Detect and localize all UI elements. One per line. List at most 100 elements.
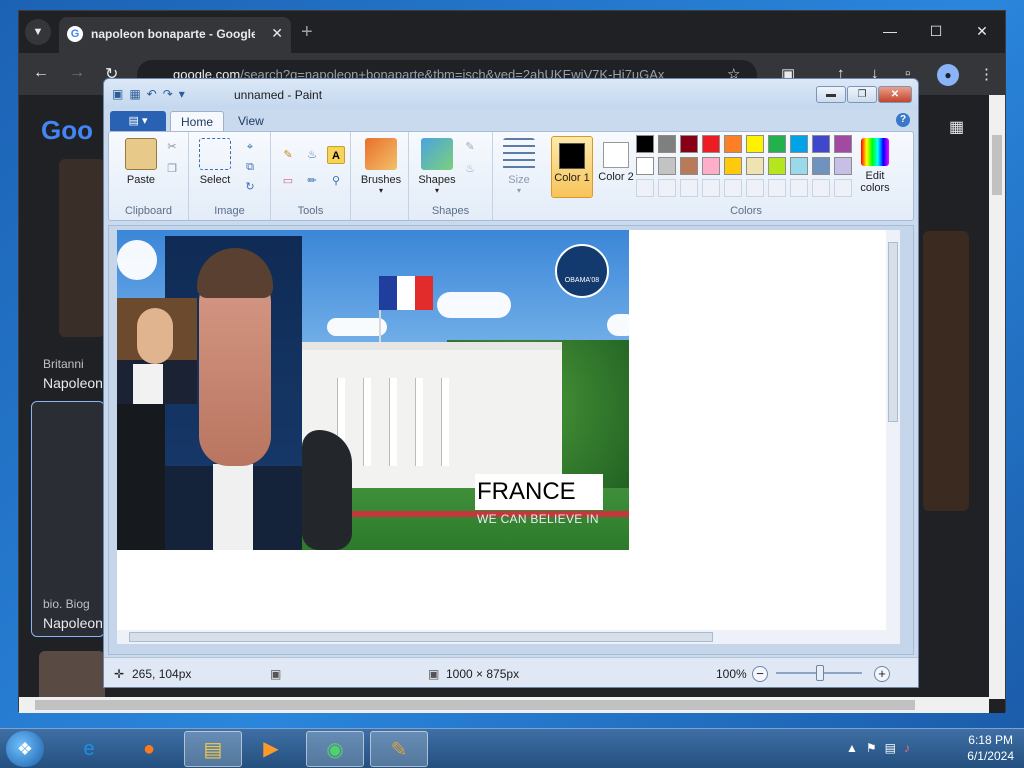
paint-taskbar-icon[interactable]: ✎ — [370, 731, 428, 767]
palette-color-swatch[interactable] — [724, 179, 742, 197]
paste-button[interactable]: Paste — [117, 138, 165, 186]
maximize-button[interactable]: ☐ — [913, 11, 959, 51]
scrollbar-thumb[interactable] — [888, 242, 898, 422]
palette-color-swatch[interactable] — [636, 135, 654, 153]
resize-icon[interactable]: ⧉ — [241, 158, 259, 176]
palette-color-swatch[interactable] — [834, 157, 852, 175]
crop-icon[interactable]: ⌖ — [241, 138, 259, 156]
pencil-icon[interactable]: ✎ — [279, 146, 297, 164]
color-picker-icon[interactable]: ✏ — [303, 172, 321, 190]
tab-search-button[interactable]: ▼ — [25, 19, 51, 45]
page-horizontal-scrollbar[interactable] — [19, 697, 989, 713]
color1-selector[interactable]: Color 1 — [551, 136, 593, 198]
internet-explorer-icon[interactable]: e — [60, 731, 118, 767]
menu-kebab-icon[interactable]: ⋮ — [979, 65, 994, 83]
palette-color-swatch[interactable] — [746, 135, 764, 153]
palette-color-swatch[interactable] — [658, 135, 676, 153]
palette-color-swatch[interactable] — [746, 157, 764, 175]
palette-color-swatch[interactable] — [702, 135, 720, 153]
palette-color-swatch[interactable] — [768, 157, 786, 175]
result-title[interactable]: Napoleon — [43, 375, 103, 391]
zoom-in-button[interactable]: + — [874, 666, 890, 682]
outline-icon[interactable]: ✎ — [461, 138, 479, 156]
network-icon[interactable]: ▤ — [885, 741, 904, 755]
palette-color-swatch[interactable] — [680, 135, 698, 153]
profile-avatar-icon[interactable]: ● — [937, 64, 959, 86]
palette-color-swatch[interactable] — [680, 157, 698, 175]
palette-color-swatch[interactable] — [812, 157, 830, 175]
scrollbar-thumb[interactable] — [35, 700, 915, 710]
copy-icon[interactable]: ❐ — [163, 160, 181, 178]
clock[interactable]: 6:18 PM 6/1/2024 — [967, 732, 1014, 764]
restore-button[interactable]: ❐ — [847, 86, 877, 103]
select-button[interactable]: Select — [195, 138, 235, 186]
palette-color-swatch[interactable] — [812, 135, 830, 153]
fill-bucket-icon[interactable]: ♨ — [303, 146, 321, 164]
minimize-button[interactable]: ▬ — [816, 86, 846, 103]
close-button[interactable]: ✕ — [878, 86, 912, 103]
chrome-taskbar-icon[interactable]: ◉ — [306, 731, 364, 767]
forward-arrow-icon[interactable]: → — [69, 64, 85, 82]
palette-color-swatch[interactable] — [790, 179, 808, 197]
show-hidden-icon[interactable]: ▲ — [846, 741, 866, 755]
minimize-button[interactable]: — — [867, 11, 913, 51]
google-logo[interactable]: Goo — [41, 115, 93, 146]
canvas-horizontal-scrollbar[interactable] — [117, 630, 900, 644]
palette-color-swatch[interactable] — [834, 135, 852, 153]
palette-color-swatch[interactable] — [636, 179, 654, 197]
palette-color-swatch[interactable] — [636, 157, 654, 175]
flag-icon[interactable]: ⚑ — [866, 741, 885, 755]
back-arrow-icon[interactable]: ← — [33, 64, 49, 82]
palette-color-swatch[interactable] — [724, 135, 742, 153]
media-player-icon[interactable]: ▶ — [242, 731, 300, 767]
pasted-artwork[interactable]: OBAMA'08 FRANCE WE CAN BELIEVE IN — [117, 230, 629, 550]
text-tool-icon[interactable]: A — [327, 146, 345, 164]
palette-color-swatch[interactable] — [834, 179, 852, 197]
tab-view[interactable]: View — [228, 111, 274, 131]
preview-image[interactable] — [923, 231, 969, 511]
help-icon[interactable]: ? — [896, 113, 910, 127]
new-tab-button[interactable]: + — [301, 21, 313, 44]
close-window-button[interactable]: ✕ — [959, 11, 1005, 51]
palette-color-swatch[interactable] — [768, 135, 786, 153]
cut-icon[interactable]: ✂ — [163, 138, 181, 156]
palette-color-swatch[interactable] — [702, 157, 720, 175]
zoom-out-button[interactable]: − — [752, 666, 768, 682]
scrollbar-thumb[interactable] — [129, 632, 713, 642]
scrollbar-thumb[interactable] — [992, 135, 1002, 195]
palette-color-swatch[interactable] — [658, 157, 676, 175]
palette-color-swatch[interactable] — [746, 179, 764, 197]
fill-icon[interactable]: ♨ — [461, 160, 479, 178]
file-menu-button[interactable]: ▤ ▾ — [110, 111, 166, 131]
palette-color-swatch[interactable] — [768, 179, 786, 197]
palette-color-swatch[interactable] — [724, 157, 742, 175]
file-explorer-icon[interactable]: ▤ — [184, 731, 242, 767]
eraser-icon[interactable]: ▭ — [279, 172, 297, 190]
palette-color-swatch[interactable] — [658, 179, 676, 197]
page-vertical-scrollbar[interactable] — [989, 95, 1005, 699]
result-title[interactable]: Napoleon — [43, 615, 103, 631]
tab-home[interactable]: Home — [170, 111, 225, 131]
shapes-button[interactable]: Shapes ▾ — [415, 138, 459, 195]
quick-access-toolbar[interactable]: ▣▦↶↷▾ — [112, 87, 191, 101]
result-thumbnail[interactable] — [59, 159, 105, 337]
firefox-icon[interactable]: ● — [120, 731, 178, 767]
browser-tab[interactable]: G napoleon bonaparte - Google ✕ — [59, 17, 291, 53]
palette-color-swatch[interactable] — [680, 179, 698, 197]
palette-color-swatch[interactable] — [702, 179, 720, 197]
start-button[interactable]: ❖ — [6, 731, 44, 767]
edit-colors-button[interactable]: Edit colors — [855, 138, 895, 194]
zoom-slider-thumb[interactable] — [816, 665, 824, 681]
apps-grid-icon[interactable]: ▦ — [949, 117, 964, 137]
palette-color-swatch[interactable] — [790, 157, 808, 175]
close-tab-icon[interactable]: ✕ — [271, 25, 283, 42]
palette-color-swatch[interactable] — [790, 135, 808, 153]
rotate-icon[interactable]: ↻ — [241, 178, 259, 196]
color2-selector[interactable]: Color 2 — [595, 136, 637, 198]
size-button[interactable]: Size ▾ — [497, 138, 541, 195]
palette-color-swatch[interactable] — [812, 179, 830, 197]
magnifier-icon[interactable]: ⚲ — [327, 172, 345, 190]
drawing-canvas[interactable]: OBAMA'08 FRANCE WE CAN BELIEVE IN — [117, 230, 900, 644]
volume-muted-icon[interactable]: ♪ — [904, 741, 918, 755]
canvas-vertical-scrollbar[interactable] — [886, 230, 900, 644]
